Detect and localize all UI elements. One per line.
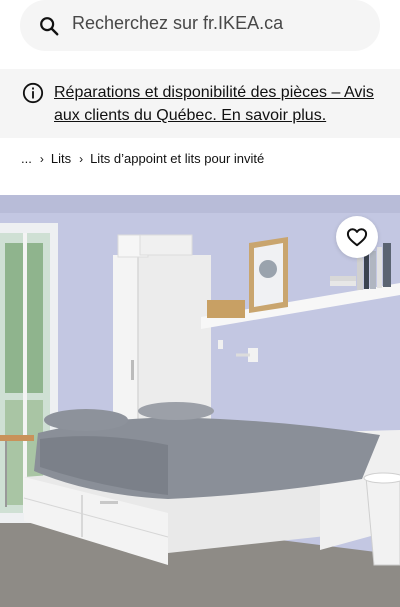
search-bar[interactable]: Recherchez sur fr.IKEA.ca bbox=[20, 0, 380, 51]
product-image[interactable] bbox=[0, 195, 400, 607]
breadcrumb-item-lits[interactable]: Lits bbox=[51, 151, 71, 166]
chevron-right-icon: › bbox=[79, 151, 84, 166]
bedroom-photo bbox=[0, 195, 400, 607]
notice-banner: Réparations et disponibilité des pièces … bbox=[0, 69, 400, 138]
breadcrumb-item-current[interactable]: Lits d’appoint et lits pour invité bbox=[90, 151, 264, 166]
heart-icon bbox=[346, 228, 368, 247]
info-icon bbox=[22, 82, 44, 104]
search-icon bbox=[40, 17, 59, 36]
search-input[interactable]: Recherchez sur fr.IKEA.ca bbox=[72, 13, 283, 34]
notice-link[interactable]: Réparations et disponibilité des pièces … bbox=[54, 81, 374, 127]
favorite-button[interactable] bbox=[336, 216, 378, 258]
breadcrumb-ellipsis[interactable]: ... bbox=[21, 151, 32, 166]
chevron-right-icon: › bbox=[39, 151, 44, 166]
breadcrumb: ... › Lits › Lits d’appoint et lits pour… bbox=[21, 151, 264, 166]
